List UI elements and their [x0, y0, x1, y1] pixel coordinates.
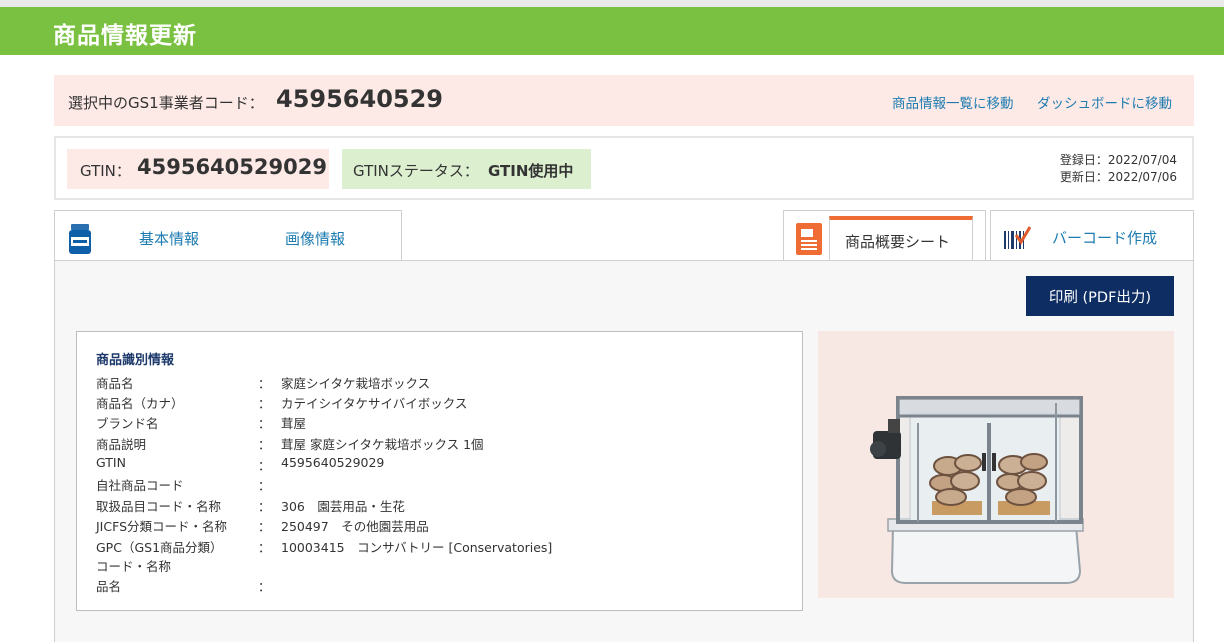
- info-value: 10003415 コンサバトリー [Conservatories]: [281, 540, 553, 555]
- info-colon: ：: [258, 519, 271, 534]
- product-photo: [818, 331, 1174, 598]
- info-value: 306 園芸用品・生花: [281, 499, 405, 514]
- info-key: ブランド名: [96, 416, 159, 431]
- gtin-status-value: GTIN使用中: [488, 162, 574, 180]
- info-row-gpc: GPC（GS1商品分類） ： 10003415 コンサバトリー [Conserv…: [96, 537, 786, 557]
- gtin-bar: GTIN： 4595640529029 GTINステータス： GTIN使用中 登…: [54, 136, 1194, 200]
- tab-basic-info[interactable]: 基本情報: [139, 228, 199, 249]
- info-value: カテイシイタケサイバイボックス: [281, 396, 468, 411]
- updated-date: 更新日：2022/07/06: [1059, 170, 1177, 184]
- info-colon: ：: [258, 437, 271, 452]
- tab-image-info[interactable]: 画像情報: [285, 228, 345, 249]
- gtin-label: GTIN：: [80, 162, 131, 180]
- browser-top-line: [0, 0, 1224, 7]
- dates: 登録日：2022/07/04 更新日：2022/07/06: [1060, 152, 1177, 186]
- info-row-internal-code: 自社商品コード ：: [96, 475, 786, 495]
- mushroom-grow-box-image: [870, 396, 1084, 584]
- info-key: 商品名: [96, 376, 134, 391]
- tab-barcode[interactable]: バーコード作成: [990, 210, 1194, 261]
- gtin-status-box: GTINステータス： GTIN使用中: [342, 149, 591, 189]
- info-row-gtin: GTIN ： 4595640529029: [96, 455, 786, 475]
- tab-summary-sheet[interactable]: 商品概要シート: [829, 216, 973, 262]
- product-jar-icon: [69, 224, 91, 254]
- info-colon: ：: [258, 579, 271, 594]
- info-colon: ：: [258, 478, 271, 493]
- info-colon: ：: [258, 458, 271, 473]
- product-identification-box: 商品識別情報 商品名 ： 家庭シイタケ栽培ボックス 商品名（カナ） ： カテイシ…: [76, 331, 803, 611]
- barcode-icon: [1004, 226, 1031, 249]
- info-value: 茸屋 家庭シイタケ栽培ボックス 1個: [281, 437, 484, 452]
- info-key: JICFS分類コード・名称: [96, 519, 228, 534]
- summary-sheet-tab-group: 商品概要シート: [783, 210, 986, 262]
- info-row-item-code: 取扱品目コード・名称 ： 306 園芸用品・生花: [96, 496, 786, 516]
- info-key: 取扱品目コード・名称: [96, 499, 222, 514]
- info-row-gpc-line2: コード・名称: [96, 556, 786, 576]
- company-code-value: 4595640529: [276, 85, 443, 113]
- company-code-label: 選択中のGS1事業者コード：: [68, 94, 264, 112]
- summary-sheet-panel: 印刷 (PDF出力) 商品識別情報 商品名 ： 家庭シイタケ栽培ボックス 商品名…: [54, 260, 1194, 642]
- info-row-kana: 商品名（カナ） ： カテイシイタケサイバイボックス: [96, 393, 786, 413]
- info-colon: ：: [258, 540, 271, 555]
- info-value: 家庭シイタケ栽培ボックス: [281, 376, 431, 391]
- info-value: 250497 その他園芸用品: [281, 519, 429, 534]
- company-selection-bar: 選択中のGS1事業者コード： 4595640529 商品情報一覧に移動 ダッシュ…: [54, 75, 1194, 126]
- page-header: 商品情報更新: [0, 7, 1224, 55]
- info-value: 茸屋: [281, 416, 307, 431]
- print-pdf-button[interactable]: 印刷 (PDF出力): [1026, 276, 1174, 316]
- info-row-gpc-line3: 品名 ：: [96, 576, 786, 596]
- info-row-description: 商品説明 ： 茸屋 家庭シイタケ栽培ボックス 1個: [96, 434, 786, 454]
- info-colon: ：: [258, 416, 271, 431]
- info-key: 自社商品コード: [96, 478, 184, 493]
- info-colon: ：: [258, 396, 271, 411]
- info-colon: ：: [258, 499, 271, 514]
- info-colon: ：: [258, 376, 271, 391]
- info-row-brand: ブランド名 ： 茸屋: [96, 413, 786, 433]
- tab-barcode-label: バーコード作成: [1052, 229, 1158, 247]
- info-row-jicfs: JICFS分類コード・名称 ： 250497 その他園芸用品: [96, 516, 786, 536]
- info-key: 商品説明: [96, 437, 147, 452]
- gtin-status-label: GTINステータス：: [353, 162, 479, 180]
- registered-date: 登録日：2022/07/04: [1059, 153, 1177, 167]
- gtin-value: 4595640529029: [137, 155, 327, 179]
- section-title: 商品識別情報: [96, 353, 175, 368]
- product-list-link[interactable]: 商品情報一覧に移動: [892, 92, 1014, 112]
- tab-summary-sheet-label: 商品概要シート: [845, 233, 951, 251]
- info-value: 4595640529029: [281, 455, 385, 470]
- info-row-name: 商品名 ： 家庭シイタケ栽培ボックス: [96, 373, 786, 393]
- dashboard-link[interactable]: ダッシュボードに移動: [1037, 92, 1172, 112]
- info-key: コード・名称: [96, 559, 172, 574]
- info-key: 品名: [96, 579, 122, 594]
- info-key: GPC（GS1商品分類）: [96, 540, 223, 555]
- info-tabs: 基本情報 画像情報: [54, 210, 402, 261]
- gtin-box: GTIN： 4595640529029: [67, 149, 329, 189]
- info-key: 商品名（カナ）: [96, 396, 184, 411]
- document-icon: [796, 223, 822, 255]
- info-key: GTIN: [96, 455, 126, 470]
- page-title: 商品情報更新: [53, 23, 197, 49]
